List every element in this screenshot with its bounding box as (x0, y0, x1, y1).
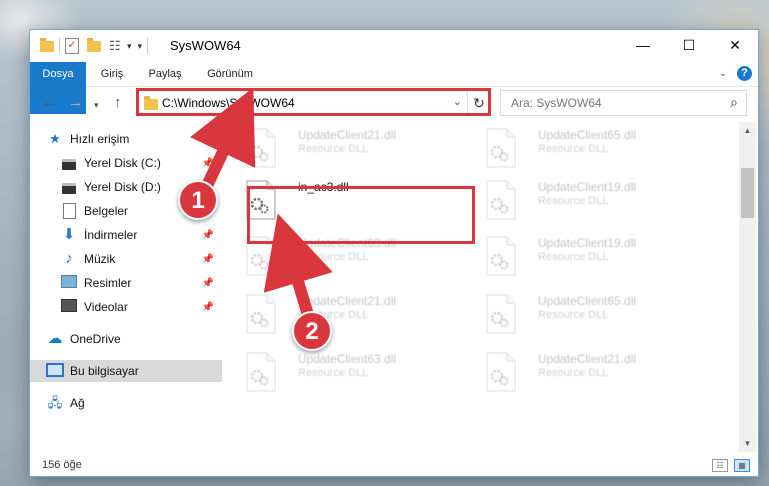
arrow-to-file (263, 213, 333, 317)
arrow-to-address (190, 87, 256, 193)
step-badge-1: 1 (178, 180, 218, 220)
annotation-arrows (190, 87, 333, 317)
step-badge-2: 2 (292, 311, 332, 351)
